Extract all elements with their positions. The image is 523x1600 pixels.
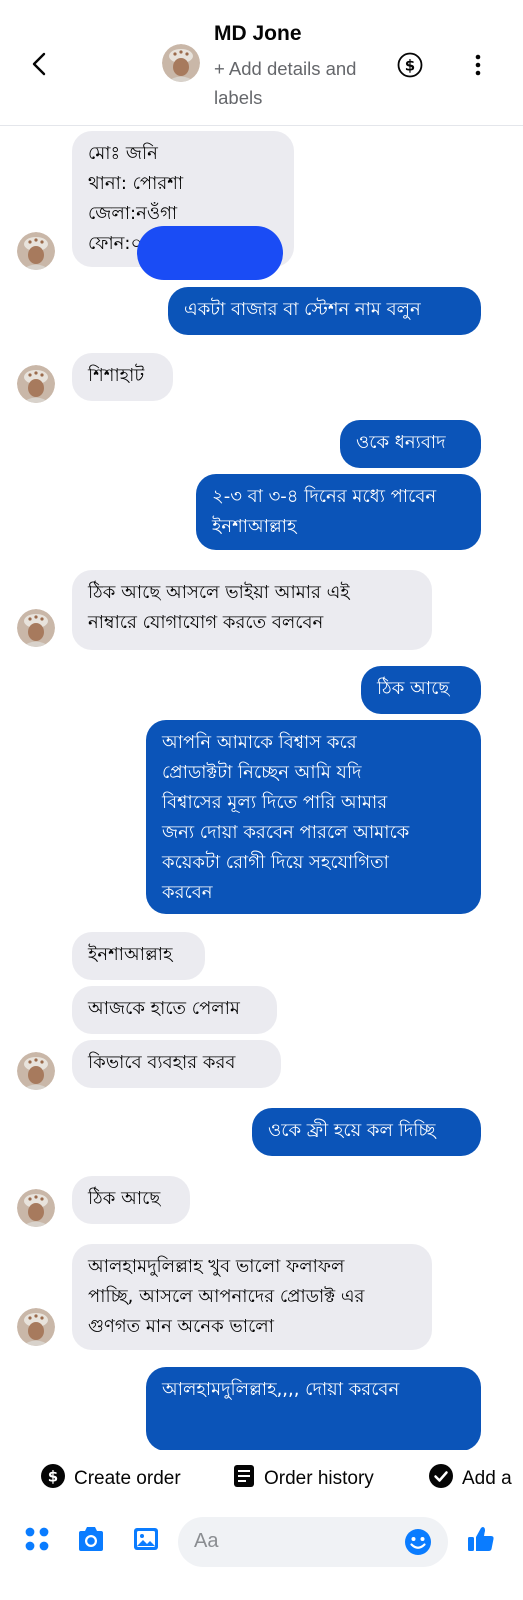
- outgoing-message[interactable]: ঠিক আছে: [361, 666, 481, 714]
- conversation-header: MD Jone + Add details and labels $: [0, 0, 523, 126]
- outgoing-message[interactable]: ওকে ফ্রী হয়ে কল দিচ্ছি: [252, 1108, 481, 1156]
- add-details-link[interactable]: + Add details and labels: [214, 54, 364, 112]
- dollar-circle-icon[interactable]: $: [397, 52, 423, 78]
- back-arrow-icon[interactable]: [26, 48, 54, 80]
- outgoing-message[interactable]: আলহামদুলিল্লাহ,,,, দোয়া করবেন: [146, 1367, 481, 1451]
- message-input[interactable]: Aa: [178, 1517, 448, 1567]
- incoming-message[interactable]: ঠিক আছে: [72, 1176, 190, 1224]
- contact-name[interactable]: MD Jone: [214, 22, 302, 46]
- svg-text:$: $: [405, 57, 415, 75]
- incoming-message[interactable]: আজকে হাতে পেলাম: [72, 986, 277, 1034]
- contact-avatar-small[interactable]: [17, 609, 55, 647]
- order-history-button[interactable]: Order history: [232, 1464, 374, 1494]
- incoming-message[interactable]: আলহামদুলিল্লাহ খুব ভালো ফলাফল পাচ্ছি, আস…: [72, 1244, 432, 1350]
- message-composer: Aa: [0, 1508, 523, 1600]
- more-options-icon[interactable]: [474, 52, 482, 78]
- incoming-message[interactable]: ইনশাআল্লাহ: [72, 932, 205, 980]
- create-order-label: Create order: [74, 1468, 181, 1489]
- incoming-message[interactable]: ঠিক আছে আসলে ভাইয়া আমার এই নাম্বারে যোগ…: [72, 570, 432, 650]
- thumbs-up-icon[interactable]: [466, 1524, 496, 1558]
- contact-avatar-small[interactable]: [17, 1189, 55, 1227]
- receipt-icon: [232, 1463, 256, 1495]
- contact-avatar-small[interactable]: [17, 232, 55, 270]
- add-action-label: Add a: [462, 1468, 512, 1489]
- outgoing-message[interactable]: আপনি আমাকে বিশ্বাস করে প্রোডাক্টটা নিচ্ছ…: [146, 720, 481, 914]
- incoming-message[interactable]: শিশাহাট: [72, 353, 173, 401]
- gallery-icon[interactable]: [132, 1525, 160, 1557]
- contact-avatar[interactable]: [162, 44, 200, 82]
- redaction-mark: [137, 226, 283, 280]
- camera-icon[interactable]: [76, 1525, 106, 1557]
- outgoing-message[interactable]: ওকে ধন্যবাদ: [340, 420, 481, 468]
- order-history-label: Order history: [264, 1468, 374, 1489]
- emoji-icon[interactable]: [404, 1528, 432, 1560]
- checkmark-circle-icon: [428, 1463, 454, 1495]
- contact-avatar-small[interactable]: [17, 365, 55, 403]
- menu-grid-icon[interactable]: [24, 1526, 50, 1556]
- contact-avatar-small[interactable]: [17, 1308, 55, 1346]
- svg-text:$: $: [48, 1468, 58, 1486]
- message-input-placeholder: Aa: [194, 1530, 219, 1552]
- incoming-message[interactable]: কিভাবে ব্যবহার করব: [72, 1040, 281, 1088]
- outgoing-message[interactable]: একটা বাজার বা স্টেশন নাম বলুন: [168, 287, 481, 335]
- contact-avatar-small[interactable]: [17, 1052, 55, 1090]
- dollar-icon: $: [40, 1463, 66, 1495]
- outgoing-message[interactable]: ২-৩ বা ৩-৪ দিনের মধ্যে পাবেন ইনশাআল্লাহ: [196, 474, 481, 550]
- create-order-button[interactable]: $ Create order: [40, 1464, 181, 1494]
- add-action-button[interactable]: Add a: [428, 1464, 512, 1494]
- quick-actions-bar: $ Create order Order history Add a: [0, 1450, 523, 1506]
